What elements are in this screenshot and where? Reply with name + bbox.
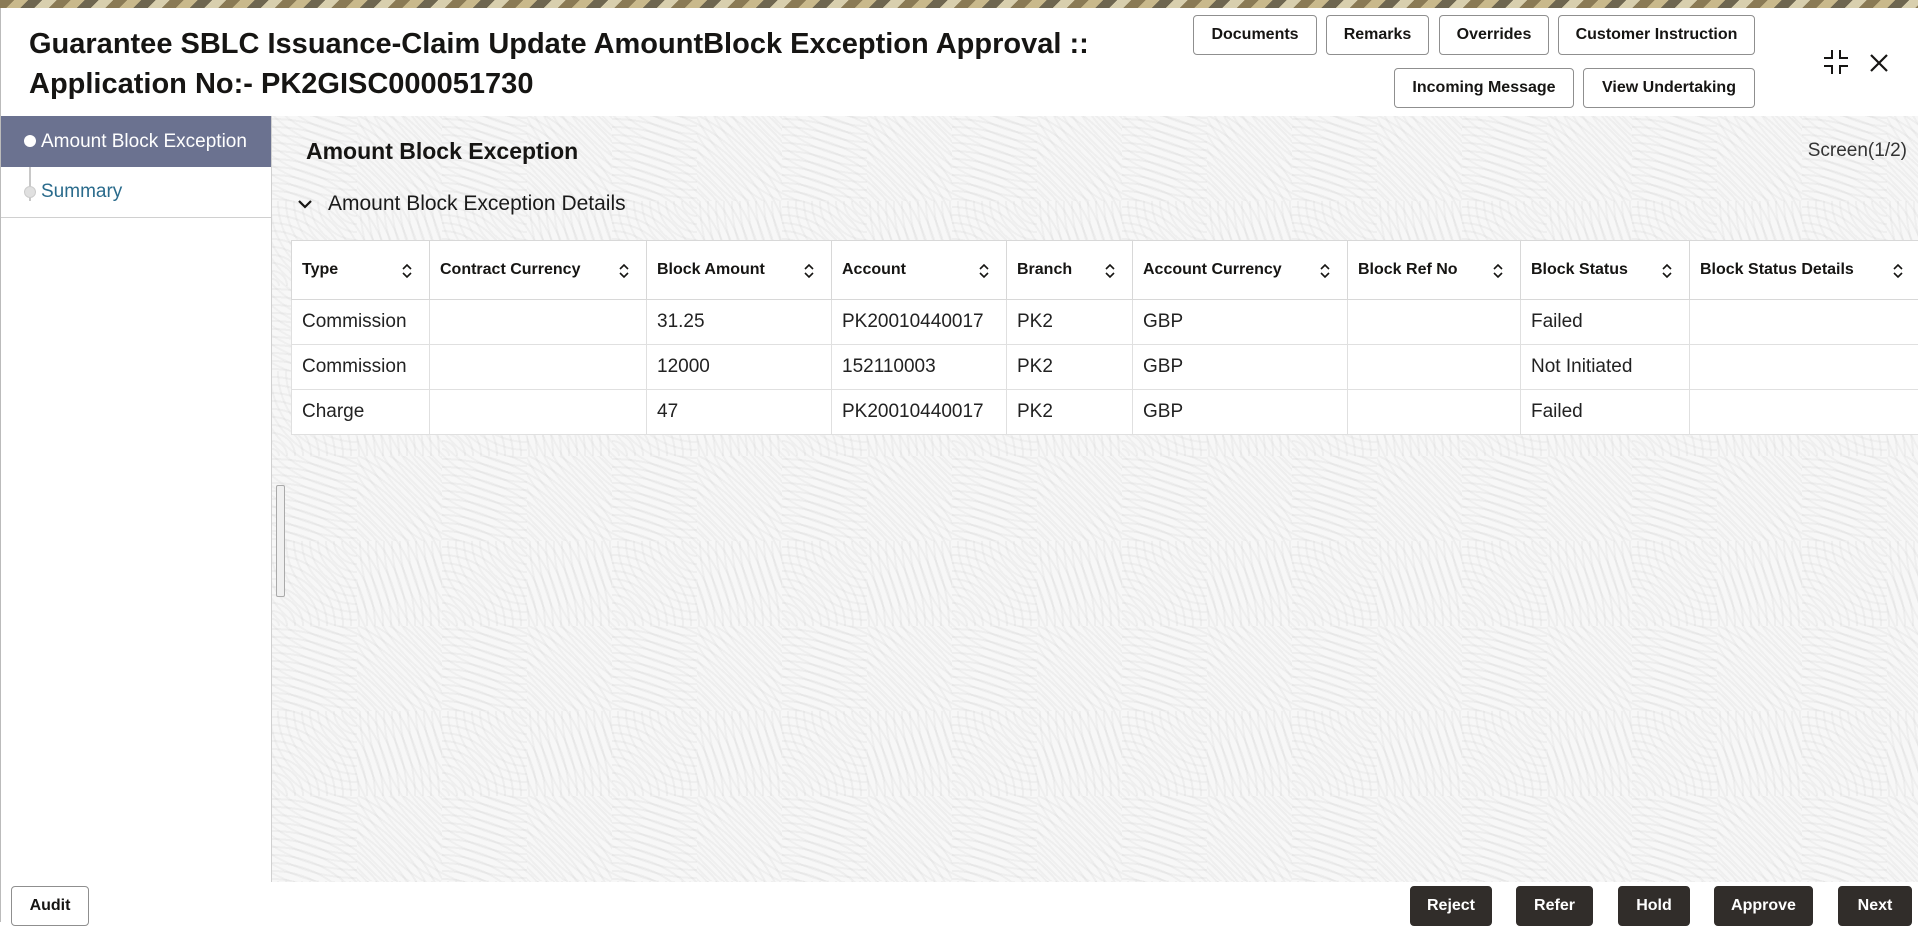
title-line-1: Guarantee SBLC Issuance-Claim Update Amo… <box>29 24 1129 64</box>
table-cell: Failed <box>1521 390 1690 435</box>
table-cell: 47 <box>647 390 832 435</box>
table-cell: PK2 <box>1007 300 1133 345</box>
column-header-label: Type <box>302 261 338 278</box>
screen-indicator: Screen(1/2) <box>1808 140 1907 162</box>
details-section-toggle[interactable]: Amount Block Exception Details <box>294 192 626 216</box>
approve-button[interactable]: Approve <box>1714 886 1813 926</box>
table-cell: Not Initiated <box>1521 345 1690 390</box>
table-cell <box>1690 345 1918 390</box>
table-cell <box>1348 345 1521 390</box>
column-header-label: Block Status <box>1531 261 1628 278</box>
column-header[interactable]: Block Status <box>1521 241 1690 300</box>
column-header[interactable]: Account Currency <box>1133 241 1348 300</box>
sort-icon[interactable] <box>978 263 990 279</box>
table-cell: Commission <box>292 300 430 345</box>
column-header[interactable]: Account <box>832 241 1007 300</box>
sidebar-item-summary[interactable]: Summary <box>1 167 271 218</box>
main-content: Amount Block Exception Screen(1/2) Amoun… <box>272 116 1918 882</box>
sort-icon[interactable] <box>401 263 413 279</box>
remarks-button[interactable]: Remarks <box>1326 15 1429 55</box>
column-header[interactable]: Block Ref No <box>1348 241 1521 300</box>
chevron-down-icon <box>294 193 316 215</box>
sidebar-item-amount-block-exception[interactable]: Amount Block Exception <box>1 116 271 167</box>
column-header-label: Block Status Details <box>1700 261 1854 278</box>
background-banner <box>0 0 1918 8</box>
subsection-title: Amount Block Exception Details <box>328 192 626 216</box>
sidebar-item-label: Summary <box>41 181 122 203</box>
column-header[interactable]: Branch <box>1007 241 1133 300</box>
table-cell: 12000 <box>647 345 832 390</box>
sidebar-item-label: Amount Block Exception <box>41 131 247 153</box>
column-header[interactable]: Block Status Details <box>1690 241 1918 300</box>
table-cell: PK2 <box>1007 345 1133 390</box>
table-cell: Failed <box>1521 300 1690 345</box>
dialog-header: Guarantee SBLC Issuance-Claim Update Amo… <box>1 8 1918 117</box>
table-cell <box>430 300 647 345</box>
sort-icon[interactable] <box>1104 263 1116 279</box>
reject-button[interactable]: Reject <box>1410 886 1492 926</box>
column-header-label: Contract Currency <box>440 261 580 278</box>
table-cell: Charge <box>292 390 430 435</box>
table-cell <box>1348 300 1521 345</box>
table-cell: Commission <box>292 345 430 390</box>
table-cell <box>1690 300 1918 345</box>
table-cell <box>1690 390 1918 435</box>
hold-button[interactable]: Hold <box>1618 886 1690 926</box>
column-header-label: Branch <box>1017 261 1072 278</box>
sort-icon[interactable] <box>1661 263 1673 279</box>
table-row[interactable]: Commission 31.25PK20010440017PK2GBP Failed <box>292 300 1918 345</box>
table-row[interactable]: Charge 47PK20010440017PK2GBP Failed <box>292 390 1918 435</box>
table-cell <box>430 390 647 435</box>
documents-button[interactable]: Documents <box>1193 15 1317 55</box>
table-cell: PK20010440017 <box>832 390 1007 435</box>
table-cell: PK2 <box>1007 390 1133 435</box>
overrides-button[interactable]: Overrides <box>1439 15 1549 55</box>
sidebar-nav: Amount Block Exception Summary <box>1 116 272 882</box>
table-cell: 31.25 <box>647 300 832 345</box>
table-cell <box>430 345 647 390</box>
sort-icon[interactable] <box>1492 263 1504 279</box>
audit-button[interactable]: Audit <box>11 886 89 926</box>
column-header-label: Block Ref No <box>1358 261 1458 278</box>
table-cell: GBP <box>1133 300 1348 345</box>
close-icon[interactable] <box>1865 49 1893 77</box>
refer-button[interactable]: Refer <box>1516 886 1593 926</box>
amount-block-table: Type Contract Currency Block Amount Account… <box>291 240 1918 435</box>
table-cell <box>1348 390 1521 435</box>
step-dot-icon <box>24 186 36 198</box>
table-cell: GBP <box>1133 345 1348 390</box>
sort-icon[interactable] <box>803 263 815 279</box>
sort-icon[interactable] <box>1892 263 1904 279</box>
table-row[interactable]: Commission 12000152110003PK2GBP Not Initia… <box>292 345 1918 390</box>
column-header-label: Block Amount <box>657 261 765 278</box>
page-title: Guarantee SBLC Issuance-Claim Update Amo… <box>29 24 1129 104</box>
column-header-label: Account <box>842 261 906 278</box>
next-button[interactable]: Next <box>1838 886 1912 926</box>
column-header[interactable]: Type <box>292 241 430 300</box>
column-header-label: Account Currency <box>1143 261 1282 278</box>
view-undertaking-button[interactable]: View Undertaking <box>1583 68 1755 108</box>
customer-instruction-button[interactable]: Customer Instruction <box>1558 15 1755 55</box>
table-header-row: Type Contract Currency Block Amount Account… <box>292 241 1918 300</box>
column-header[interactable]: Contract Currency <box>430 241 647 300</box>
collapse-icon[interactable] <box>1821 47 1851 77</box>
table-body: Commission 31.25PK20010440017PK2GBP Failed… <box>292 300 1918 435</box>
resize-handle[interactable] <box>276 485 285 597</box>
column-header[interactable]: Block Amount <box>647 241 832 300</box>
table-cell: 152110003 <box>832 345 1007 390</box>
approval-dialog: Guarantee SBLC Issuance-Claim Update Amo… <box>0 8 1918 922</box>
title-line-2: Application No:- PK2GISC000051730 <box>29 64 1129 104</box>
table-cell: GBP <box>1133 390 1348 435</box>
table-cell: PK20010440017 <box>832 300 1007 345</box>
sort-icon[interactable] <box>618 263 630 279</box>
sort-icon[interactable] <box>1319 263 1331 279</box>
incoming-message-button[interactable]: Incoming Message <box>1394 68 1574 108</box>
section-title: Amount Block Exception <box>306 138 578 165</box>
step-dot-icon <box>24 135 36 147</box>
